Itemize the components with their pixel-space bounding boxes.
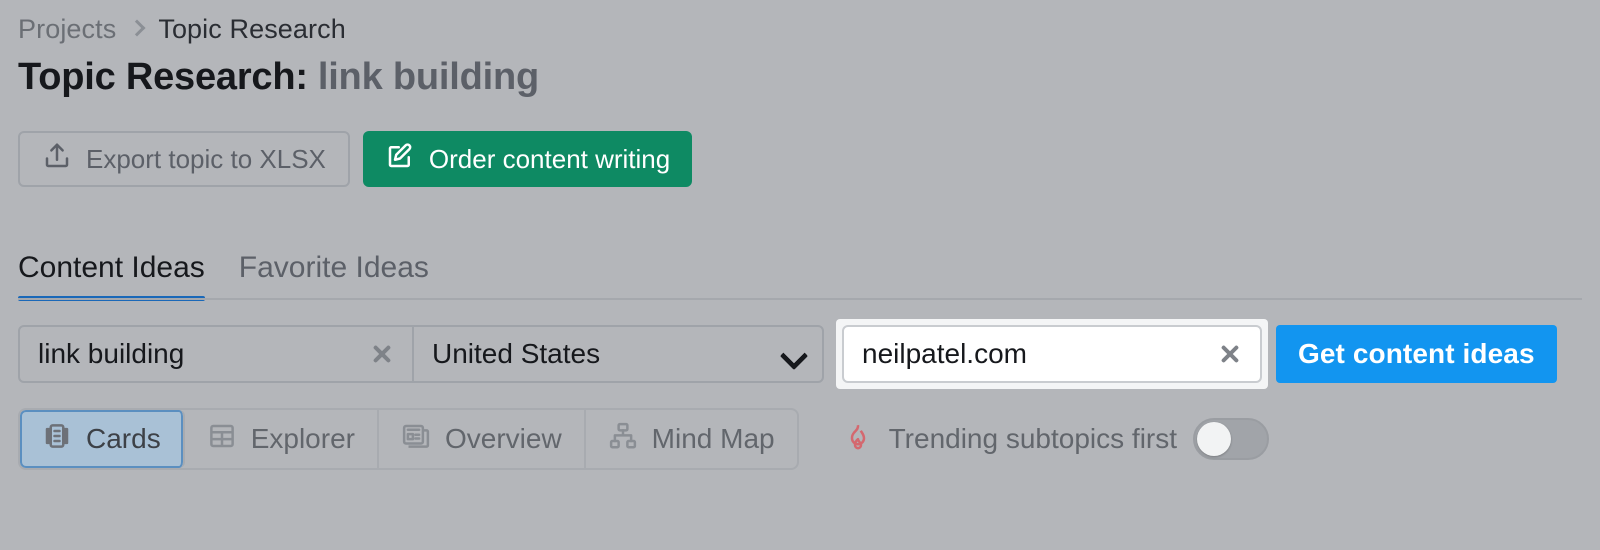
flame-icon <box>843 422 873 457</box>
search-row: link building United States neilpatel.co… <box>18 319 1600 389</box>
breadcrumb: Projects Topic Research <box>18 0 1600 50</box>
view-cards-button[interactable]: Cards <box>20 410 185 468</box>
topic-research-page: Projects Topic Research Topic Research: … <box>0 0 1600 550</box>
domain-input[interactable]: neilpatel.com <box>842 325 1262 383</box>
page-title-prefix: Topic Research: <box>18 56 308 98</box>
order-content-writing-label: Order content writing <box>428 143 671 174</box>
hierarchy-icon <box>608 421 638 458</box>
view-explorer-label: Explorer <box>250 423 355 454</box>
tab-bar-divider <box>18 298 1582 300</box>
tab-content-ideas[interactable]: Content Ideas <box>18 251 205 301</box>
domain-input-value: neilpatel.com <box>862 338 1027 369</box>
view-mind-map-label: Mind Map <box>651 423 775 454</box>
get-content-ideas-button[interactable]: Get content ideas <box>1276 325 1557 383</box>
page-title: Topic Research: link building <box>18 56 1600 114</box>
keyword-input-value: link building <box>38 338 185 369</box>
country-select-value: United States <box>432 338 601 369</box>
export-topic-button[interactable]: Export topic to XLSX <box>18 131 350 187</box>
trending-subtopics-label: Trending subtopics first <box>888 423 1178 454</box>
view-mind-map-button[interactable]: Mind Map <box>586 410 797 468</box>
table-icon <box>207 421 237 458</box>
keyword-clear-icon[interactable] <box>369 341 395 367</box>
view-toolbar: Cards Explorer Overview Mind Map Trendin… <box>18 408 1600 470</box>
breadcrumb-current: Topic Research <box>158 13 346 44</box>
view-overview-button[interactable]: Overview <box>379 410 586 468</box>
edit-document-icon <box>385 141 415 178</box>
view-overview-label: Overview <box>444 423 562 454</box>
chevron-right-icon <box>130 18 144 40</box>
chevron-down-icon <box>781 342 805 366</box>
trending-subtopics-toggle[interactable] <box>1193 418 1270 460</box>
keyword-country-combo: link building United States <box>18 325 824 383</box>
keyword-input[interactable]: link building <box>20 327 412 381</box>
view-cards-label: Cards <box>86 423 161 454</box>
tab-favorite-ideas[interactable]: Favorite Ideas <box>239 251 429 301</box>
toggle-knob <box>1197 422 1232 456</box>
domain-input-focus-ring: neilpatel.com <box>836 319 1268 389</box>
page-title-topic: link building <box>317 56 539 98</box>
domain-clear-icon[interactable] <box>1217 341 1243 367</box>
breadcrumb-projects-link[interactable]: Projects <box>18 14 116 45</box>
cards-icon <box>42 421 72 458</box>
order-content-writing-button[interactable]: Order content writing <box>362 131 693 187</box>
export-topic-label: Export topic to XLSX <box>86 143 326 174</box>
newspaper-icon <box>401 421 431 458</box>
page-actions: Export topic to XLSX Order content writi… <box>18 130 1600 188</box>
view-mode-group: Cards Explorer Overview Mind Map <box>18 408 799 470</box>
tab-bar: Content Ideas Favorite Ideas <box>18 245 1600 301</box>
country-select[interactable]: United States <box>412 327 822 381</box>
view-explorer-button[interactable]: Explorer <box>185 410 379 468</box>
trending-subtopics-control: Trending subtopics first <box>843 418 1270 460</box>
upload-icon <box>42 141 72 178</box>
